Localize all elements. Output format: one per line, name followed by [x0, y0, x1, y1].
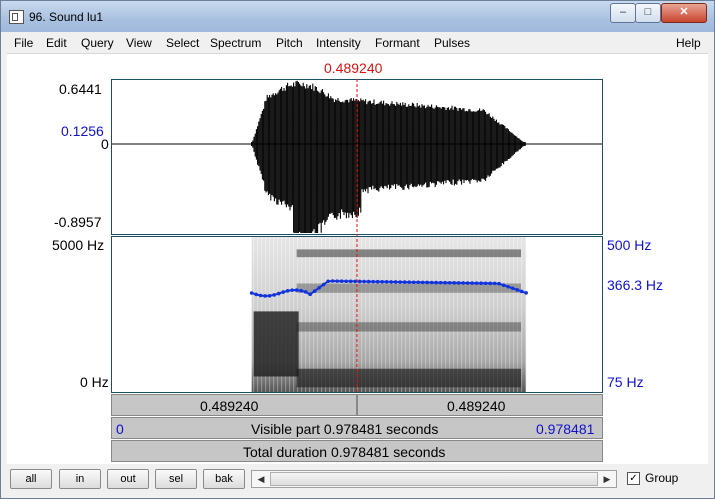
waveform-y-min-label: -0.8957 — [54, 214, 102, 230]
menu-help[interactable]: Help — [676, 36, 701, 50]
pitch-max-label: 500 Hz — [607, 237, 652, 253]
scroll-left-icon[interactable]: ◀ — [253, 472, 269, 486]
time-panel-left-label: 0.489240 — [200, 398, 259, 414]
close-button[interactable]: ✕ — [661, 3, 707, 23]
menu-view[interactable]: View — [126, 36, 152, 50]
group-checkbox[interactable]: ✓ — [627, 472, 640, 485]
menu-pitch[interactable]: Pitch — [276, 36, 303, 50]
visible-part-panel[interactable]: 0 Visible part 0.978481 seconds 0.978481 — [111, 417, 603, 439]
menu-spectrum[interactable]: Spectrum — [210, 36, 261, 50]
waveform-y-max-label: 0.6441 — [59, 81, 102, 97]
menu-intensity[interactable]: Intensity — [316, 36, 361, 50]
time-panel-right[interactable]: 0.489240 — [357, 394, 603, 416]
group-label: Group — [645, 471, 679, 485]
menu-edit[interactable]: Edit — [46, 36, 67, 50]
window-icon — [9, 10, 24, 24]
menu-file[interactable]: File — [14, 36, 33, 50]
time-panel-left[interactable]: 0.489240 — [111, 394, 357, 416]
zoom-all-button[interactable]: all — [10, 469, 52, 489]
scroll-right-icon[interactable]: ▶ — [599, 472, 615, 486]
window-title: 96. Sound lu1 — [29, 10, 104, 24]
menu-select[interactable]: Select — [166, 36, 199, 50]
total-duration-label: Total duration 0.978481 seconds — [243, 444, 446, 460]
visible-end-label: 0.978481 — [536, 421, 595, 437]
minimize-button[interactable]: – — [610, 3, 636, 23]
time-panel-right-label: 0.489240 — [447, 398, 506, 414]
menu-query[interactable]: Query — [81, 36, 114, 50]
visible-start-label: 0 — [116, 421, 124, 437]
sound-editor-canvas[interactable]: 0.489240 0.6441 0.1256 0 -0.8957 5000 Hz… — [7, 54, 708, 464]
scrollbar-thumb[interactable] — [270, 472, 598, 486]
maximize-button[interactable]: □ — [635, 3, 661, 23]
waveform-y-zero-label: 0 — [101, 136, 109, 152]
zoom-in-button[interactable]: in — [59, 469, 101, 489]
visible-part-label: Visible part 0.978481 seconds — [251, 421, 439, 437]
menu-bar: File Edit Query View Select Spectrum Pit… — [7, 33, 708, 54]
zoom-selection-button[interactable]: sel — [155, 469, 197, 489]
pitch-current-label: 366.3 Hz — [607, 277, 664, 293]
praat-sound-window: 96. Sound lu1 – □ ✕ File Edit Query View… — [0, 0, 715, 499]
title-bar: 96. Sound lu1 – □ ✕ — [1, 1, 714, 32]
menu-formant[interactable]: Formant — [375, 36, 420, 50]
pitch-min-label: 75 Hz — [607, 374, 644, 390]
waveform-cursor-value-label: 0.1256 — [61, 123, 104, 139]
spectrogram-freq-min-label: 0 Hz — [80, 374, 109, 390]
spectrogram-freq-max-label: 5000 Hz — [52, 237, 105, 253]
bottom-toolbar: all in out sel bak ◀ ▶ ✓ Group — [7, 466, 708, 494]
menu-pulses[interactable]: Pulses — [434, 36, 470, 50]
cursor-line — [356, 79, 358, 393]
total-duration-panel[interactable]: Total duration 0.978481 seconds — [111, 440, 603, 462]
zoom-back-button[interactable]: bak — [203, 469, 245, 489]
cursor-time-label: 0.489240 — [324, 60, 383, 76]
zoom-out-button[interactable]: out — [107, 469, 149, 489]
horizontal-scrollbar[interactable]: ◀ ▶ — [251, 470, 617, 488]
